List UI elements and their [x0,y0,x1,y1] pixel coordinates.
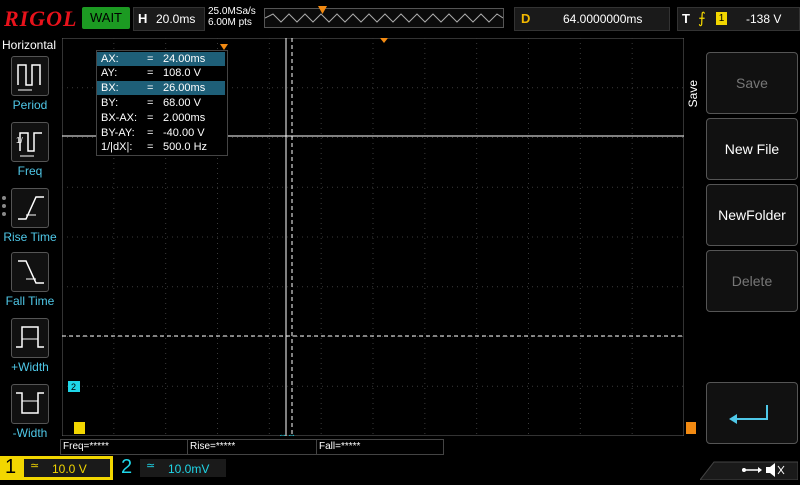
run-status-badge[interactable]: WAIT [82,7,130,29]
measurement-value: 2.000ms [163,112,206,124]
equals-sign: = [147,67,154,79]
channel-1-scale: 10.0 V [52,462,87,476]
measurement-label: AX: [101,53,119,65]
channel-1-status[interactable]: 1 ≃ 10.0 V [0,456,113,480]
channel-1-number: 1 [5,456,17,478]
measurement-value: 68.00 V [163,97,201,109]
measure-freq[interactable]: 1/ Freq [0,122,60,186]
freq-readout: Freq=***** [60,439,188,455]
right-menu-title: Save [686,80,700,108]
memory-wave-preview [264,13,504,23]
positive-width-icon [11,318,49,358]
measurement-value: 500.0 Hz [163,141,208,153]
svg-text:1/: 1/ [16,136,23,145]
return-arrow-icon [729,405,768,424]
measurement-label: BX: [101,82,119,94]
rigol-logo: RIGOL [4,6,78,31]
measurement-value: -40.00 V [163,127,205,139]
back-button[interactable] [706,382,798,444]
trigger-box[interactable]: T ⨍ 1 -138 V [677,7,800,31]
fall-readout: Fall=***** [316,439,444,455]
measure-positive-width[interactable]: +Width [0,318,60,382]
period-label: Period [12,98,48,112]
measurement-label: BX-AX: [101,112,138,124]
measurement-row: 1/|dX|: = 500.0 Hz [97,140,225,154]
measure-period[interactable]: Period [0,56,60,120]
memory-depth: 6.00M pts [208,17,252,28]
trigger-key: T [682,11,690,26]
horizontal-key: H [138,11,148,26]
delay-key: D [521,11,531,26]
save-button[interactable]: Save [706,52,798,114]
equals-sign: = [147,53,154,65]
freq-label: Freq [17,164,43,178]
delete-button[interactable]: Delete [706,250,798,312]
sample-rate: 25.0MSa/s [208,6,256,17]
negative-width-icon [11,384,49,424]
trigger-source-badge: 1 [716,12,727,25]
memory-overview-strip [264,8,504,28]
delay-value: 64.0000000ms [563,12,643,26]
measurement-label: BY: [101,97,119,109]
new-folder-button[interactable]: NewFolder [706,184,798,246]
right-save-menu: Save Save New File NewFolder Delete [686,38,800,450]
channel-2-marker-label: 2 [71,382,76,392]
channel-2-scale: 10.0mV [168,462,210,476]
delay-box[interactable]: D 64.0000000ms [514,7,670,31]
timebase-value: 20.0ms [156,12,196,26]
channel-1-info: ≃ 10.0 V [24,459,110,477]
channel-2-number: 2 [121,456,133,478]
equals-sign: = [147,141,154,153]
equals-sign: = [147,82,154,94]
trigger-level: -138 V [746,12,782,26]
measurement-value: 26.00ms [163,82,206,94]
menu-page-indicator [2,196,6,220]
acquisition-info: 25.0MSa/s 6.00M pts [208,6,256,28]
measurement-value: 24.00ms [163,53,206,65]
rise-time-label: Rise Time [3,230,57,244]
frequency-icon: 1/ [11,122,49,162]
cursor-bottom-marker: ↔↔ [278,429,296,436]
period-icon [11,56,49,96]
measurement-label: BY-AY: [101,127,135,139]
equals-sign: = [147,97,154,109]
measure-fall-time[interactable]: Fall Time [0,252,60,316]
channel-2-info: ≃ 10.0mV [140,459,226,477]
measurement-row: BY-AY: = -40.00 V [97,126,225,140]
fall-time-label: Fall Time [5,294,55,308]
measurement-row: BX: = 26.00ms [97,81,225,95]
fall-time-icon [11,252,49,292]
measurement-row: AY: = 108.0 V [97,66,225,80]
equals-sign: = [147,112,154,124]
measurement-row: AX: = 24.00ms [97,52,225,66]
measurement-row: BY: = 68.00 V [97,96,225,110]
dc-coupling-icon: ≃ [30,460,40,472]
system-status-icons [698,456,799,481]
rise-time-icon [11,188,49,228]
left-measure-menu: Horizontal Period 1/ Freq Rise Time Fall… [0,38,60,450]
measure-rise-time[interactable]: Rise Time [0,188,60,252]
measurement-row: BX-AX: = 2.000ms [97,111,225,125]
equals-sign: = [147,127,154,139]
left-menu-title: Horizontal [2,38,57,52]
channel-1-ground-marker [74,422,85,434]
rising-edge-icon: ⨍ [698,10,706,27]
timebase-box[interactable]: H 20.0ms [133,7,205,31]
dc-coupling-icon: ≃ [146,460,156,472]
top-status-bar: RIGOL WAIT H 20.0ms 25.0MSa/s 6.00M pts … [0,0,800,38]
measurement-label: 1/|dX|: [101,141,133,153]
measurement-value: 108.0 V [163,67,201,79]
measurement-label: AY: [101,67,118,79]
rise-readout: Rise=***** [187,439,317,455]
positive-width-label: +Width [11,360,49,374]
new-file-button[interactable]: New File [706,118,798,180]
channel-2-status[interactable]: 2 ≃ 10.0mV [116,456,229,480]
cursor-measurement-table: AX: = 24.00ms AY: = 108.0 V BX: = 26.00m… [96,50,228,156]
